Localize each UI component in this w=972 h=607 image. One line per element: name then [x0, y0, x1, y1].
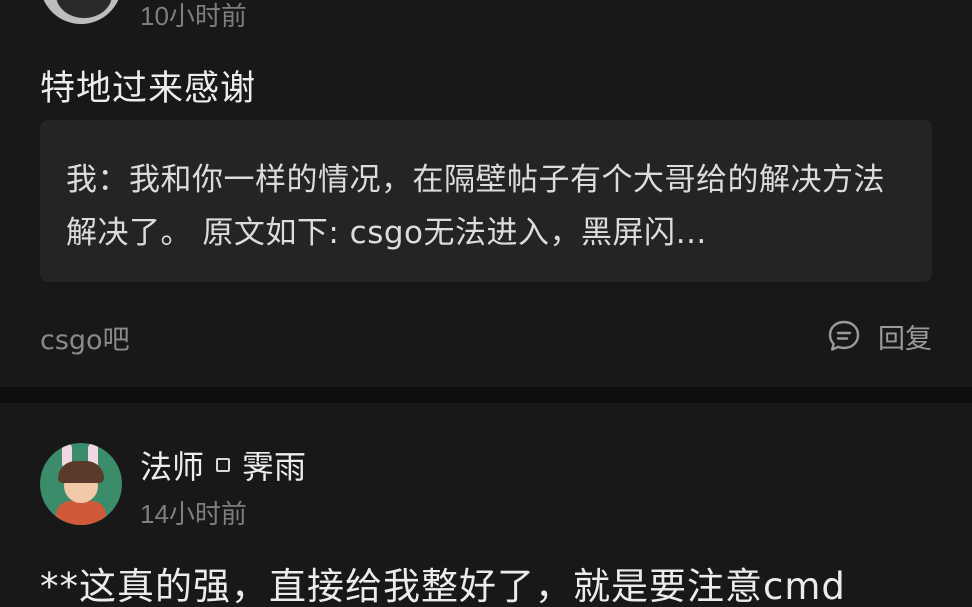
avatar[interactable]: [40, 0, 122, 24]
username[interactable]: 法师 霁雨: [140, 442, 306, 488]
quoted-reply-text: 我：我和你一样的情况，在隔壁帖子有个大哥给的解决方法解决了。 原文如下: csg…: [66, 162, 885, 251]
username-name: 法师: [140, 448, 205, 486]
comment-time: 14小时前: [140, 499, 247, 529]
avatar[interactable]: [40, 443, 122, 525]
reply-label: 回复: [878, 323, 932, 355]
comment-text: 特地过来感谢: [40, 69, 257, 109]
speech-bubble-icon: [828, 320, 860, 351]
quoted-reply[interactable]: 我：我和你一样的情况，在隔壁帖子有个大哥给的解决方法解决了。 原文如下: csg…: [40, 120, 932, 282]
comment-time: 10小时前: [140, 1, 247, 31]
comment-card: 10小时前 特地过来感谢 我：我和你一样的情况，在隔壁帖子有个大哥给的解决方法解…: [0, 0, 972, 387]
comment-feed: 10小时前 特地过来感谢 我：我和你一样的情况，在隔壁帖子有个大哥给的解决方法解…: [0, 0, 972, 607]
forum-link[interactable]: csgo吧: [40, 318, 130, 357]
comment-text: **这真的强，直接给我整好了，就是要注意cmd: [40, 565, 846, 607]
reply-button[interactable]: 回复: [826, 316, 932, 356]
username-suffix: 霁雨: [242, 448, 307, 486]
square-badge-icon: [216, 458, 231, 472]
